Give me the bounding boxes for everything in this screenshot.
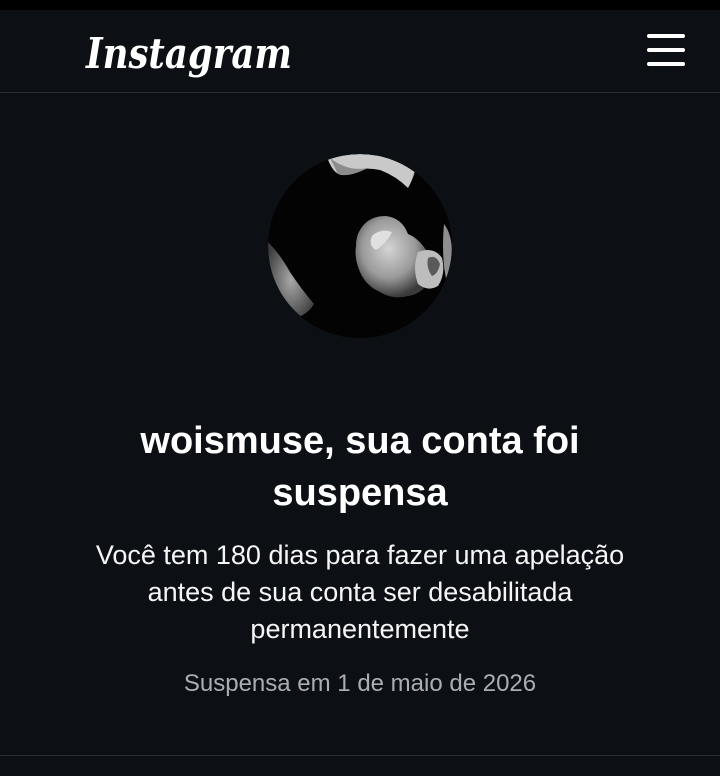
status-bar	[0, 0, 720, 10]
menu-line	[647, 48, 685, 52]
instagram-logo-text: Instagram	[85, 29, 292, 78]
hamburger-menu-icon[interactable]	[636, 28, 696, 74]
instagram-logo[interactable]: Instagram	[84, 18, 299, 90]
menu-line	[647, 62, 685, 66]
menu-line	[647, 34, 685, 38]
suspension-date: Suspensa em 1 de maio de 2026	[183, 670, 537, 697]
suspension-title: woismuse, sua conta foi suspensa	[140, 420, 580, 514]
divider	[0, 755, 720, 756]
profile-avatar	[268, 154, 452, 338]
top-navigation-bar: Instagram	[0, 10, 720, 93]
avatar-photo	[268, 154, 452, 338]
suspension-description: Você tem 180 dias para fazer uma apelaçã…	[95, 540, 625, 644]
